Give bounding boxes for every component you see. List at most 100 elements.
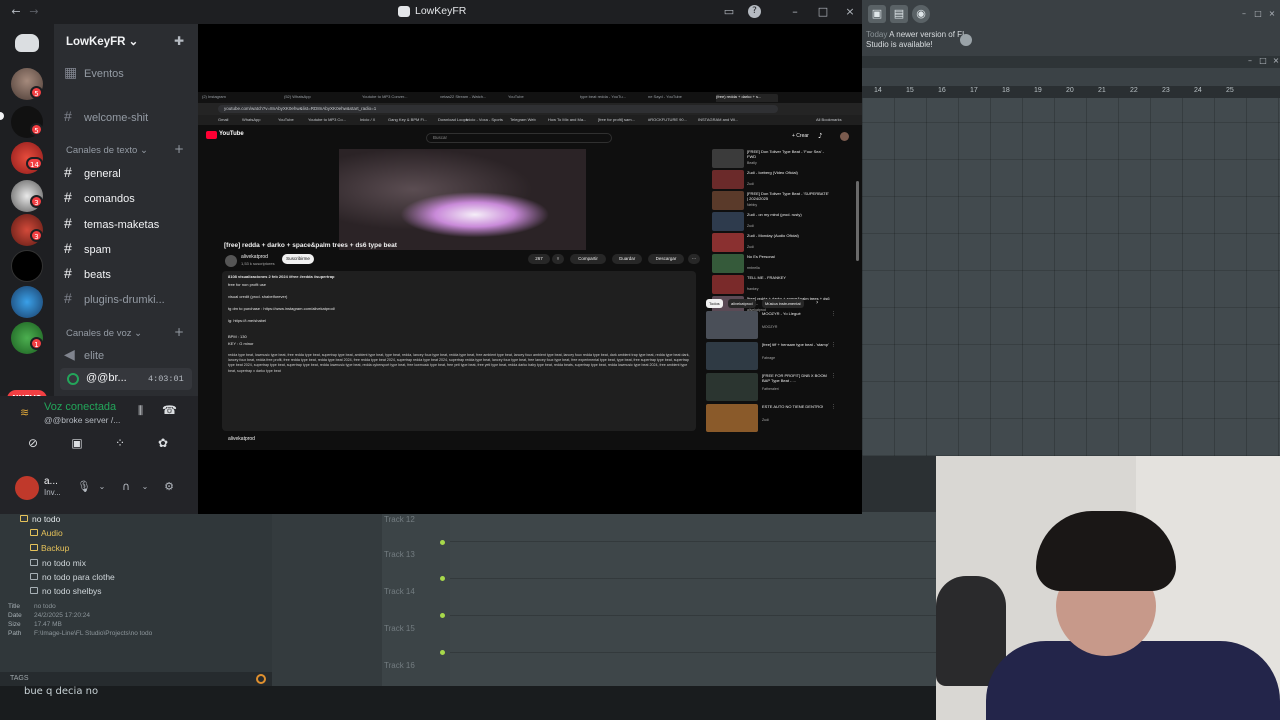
bookmark[interactable]: Inicio - Voxa - Sports xyxy=(466,117,503,122)
channel-name[interactable]: alivekatprod xyxy=(241,254,268,260)
inbox-icon[interactable]: ▭ xyxy=(721,4,737,20)
avatar[interactable] xyxy=(15,476,39,500)
add-voice-channel-icon[interactable]: + xyxy=(174,325,184,339)
voice-channel-elite[interactable]: ◀ elite xyxy=(64,344,194,364)
related-video[interactable]: [free] tiff + hensam type beat - 'stamp'… xyxy=(706,342,836,372)
save-icon[interactable]: ▣ xyxy=(868,5,886,23)
bookmark[interactable]: Inicio / X xyxy=(360,117,375,122)
subscribe-button[interactable]: Suscribirme xyxy=(282,254,314,264)
channel-plugins[interactable]: # plugins-drumki... xyxy=(64,288,194,308)
video-player[interactable] xyxy=(339,149,586,250)
add-user-icon[interactable]: ✚ xyxy=(172,34,186,48)
user-name[interactable]: a... xyxy=(44,476,58,487)
save-button[interactable]: Guardar xyxy=(612,254,642,264)
create-button[interactable]: + Crear xyxy=(792,133,809,139)
browser-tab[interactable]: ne Sayd - YouTube xyxy=(648,94,710,102)
youtube-search-input[interactable]: Buscar xyxy=(426,133,612,143)
browser-file[interactable]: no todo shelbys xyxy=(42,586,102,596)
chevron-down-icon[interactable]: ⌄ xyxy=(94,479,110,495)
stream-view[interactable]: (2) Instagram (52) WhatsApp Youtube to M… xyxy=(198,24,862,514)
related-video[interactable]: Zudi - Iceberg (Video Oficial) Zudi xyxy=(712,170,832,190)
account-avatar[interactable] xyxy=(840,132,849,141)
channel-temas-maketas[interactable]: # temas-maketas xyxy=(64,213,194,233)
track-label[interactable]: Track 12 xyxy=(384,515,415,524)
bookmark[interactable]: How To Mix and Ma... xyxy=(548,117,586,122)
more-icon[interactable]: ⋮ xyxy=(831,404,836,410)
chevron-right-icon[interactable]: › xyxy=(816,299,818,306)
screen-share-icon[interactable]: ▣ xyxy=(66,434,88,452)
channel-beats[interactable]: # beats xyxy=(64,263,194,283)
bookmark[interactable]: YouTube xyxy=(278,117,294,122)
fl-close-icon[interactable]: × xyxy=(1264,6,1280,22)
bookmark[interactable]: INSTAGRAM and Wi... xyxy=(698,117,738,122)
track-led[interactable] xyxy=(440,540,445,545)
browser-tab[interactable]: type beat redda - YouTu... xyxy=(580,94,642,102)
channel-general[interactable]: # general xyxy=(64,162,194,182)
bell-icon[interactable]: ♪ xyxy=(818,132,822,140)
minimize-icon[interactable]: – xyxy=(787,4,803,20)
more-icon[interactable]: ⋯ xyxy=(688,254,700,264)
noise-suppression-icon[interactable]: ⫼ xyxy=(138,404,143,418)
related-video[interactable]: No Es Personal rmbrella xyxy=(712,254,832,274)
browser-folder[interactable]: Backup xyxy=(41,543,69,553)
bookmark[interactable]: Youtube to MP3 Co... xyxy=(308,117,346,122)
bookmark[interactable]: #ROCKFUTURE 90... xyxy=(648,117,687,122)
bookmark[interactable]: Download Loops xyxy=(438,117,468,122)
gear-icon[interactable]: ⚙ xyxy=(161,479,177,495)
maximize-icon[interactable]: □ xyxy=(815,4,831,20)
track-led[interactable] xyxy=(440,650,445,655)
category-text-channels[interactable]: Canales de texto ⌄ xyxy=(66,145,148,156)
browser-folder[interactable]: Audio xyxy=(41,528,63,538)
voice-connected-server[interactable]: @@broke server /... xyxy=(44,415,120,425)
browser-file[interactable]: no todo para clothe xyxy=(42,572,115,582)
related-video[interactable]: ESTE AUTO NO TIENE DENTRO! Zudi ⋮ xyxy=(706,404,836,434)
playlist-grid[interactable] xyxy=(862,98,1280,456)
activities-icon[interactable]: ⁘ xyxy=(109,434,131,452)
related-video[interactable]: [FREE FOR PROFIT] DNB X BOOM BAP Type Be… xyxy=(706,373,836,403)
video-description[interactable]: 8108 visualizaciones 2 feb 2024 #free #r… xyxy=(222,271,696,431)
chat-icon[interactable]: ◉ xyxy=(912,5,930,23)
update-globe-icon[interactable] xyxy=(960,34,972,46)
track-led[interactable] xyxy=(440,576,445,581)
chip[interactable]: alivekatprod xyxy=(728,299,756,308)
browser-file[interactable]: no todo mix xyxy=(42,558,86,568)
voice-channel-active[interactable]: @@br... 4:03:01 xyxy=(60,368,192,390)
browser-tab[interactable]: Youtube to MP3 Conver... xyxy=(362,94,424,102)
channel-spam[interactable]: # spam xyxy=(64,238,194,258)
help-icon[interactable]: ? xyxy=(748,5,761,18)
related-video[interactable]: Zudi - on my mind (prod. rusty) Zudi xyxy=(712,212,832,232)
back-arrow-icon[interactable]: ← xyxy=(8,4,24,20)
microphone-icon[interactable]: 🎙 xyxy=(76,479,92,495)
close-icon[interactable]: × xyxy=(842,4,858,20)
chip[interactable]: Todos xyxy=(706,299,723,308)
chevron-down-icon[interactable]: ⌄ xyxy=(137,479,153,495)
track-label[interactable]: Track 16 xyxy=(384,661,415,670)
track-label[interactable]: Track 14 xyxy=(384,587,415,596)
bookmark[interactable]: Telegram Web xyxy=(510,117,536,122)
soundboard-icon[interactable]: ✿ xyxy=(152,434,174,452)
server-icon[interactable] xyxy=(11,250,43,282)
browser-root-folder[interactable]: no todo xyxy=(32,514,60,524)
related-video[interactable]: MOOZYR - Yo Llegué MOOZYR ⋮ xyxy=(706,311,836,341)
plugin-icon[interactable]: ▤ xyxy=(890,5,908,23)
forward-arrow-icon[interactable]: → xyxy=(26,4,42,20)
track-label[interactable]: Track 13 xyxy=(384,550,415,559)
related-video[interactable]: TELL ME - FRANKEY frankey xyxy=(712,275,832,295)
address-bar[interactable]: youtube.com/watch?v=8nAbyXK0ehw&list=RD8… xyxy=(218,105,778,113)
more-icon[interactable]: ⋮ xyxy=(831,342,836,348)
signal-icon[interactable]: ≋ xyxy=(20,406,29,419)
more-icon[interactable]: ⋮ xyxy=(831,311,836,317)
channel-avatar[interactable] xyxy=(225,255,237,267)
guild-name[interactable]: LowKeyFR ⌄ xyxy=(66,34,138,48)
page-scrollbar[interactable] xyxy=(856,181,859,261)
channel-comandos[interactable]: # comandos xyxy=(64,187,194,207)
chip[interactable]: Música instrumental xyxy=(762,299,804,308)
headphones-icon[interactable]: ∩ xyxy=(118,479,134,495)
search-icon[interactable] xyxy=(256,674,266,684)
all-bookmarks[interactable]: All Bookmarks xyxy=(816,117,842,122)
related-video[interactable]: Zudi - Monday (Audio Oficial) Zudi xyxy=(712,233,832,253)
playlist-close-icon[interactable]: × xyxy=(1268,53,1280,69)
related-video[interactable]: [FREE] Don Toliver Type Beat - 'Four Sea… xyxy=(712,149,832,169)
camera-off-icon[interactable]: ⊘ xyxy=(22,434,44,452)
bookmark[interactable]: Gang Key & BPM Fi... xyxy=(388,117,427,122)
